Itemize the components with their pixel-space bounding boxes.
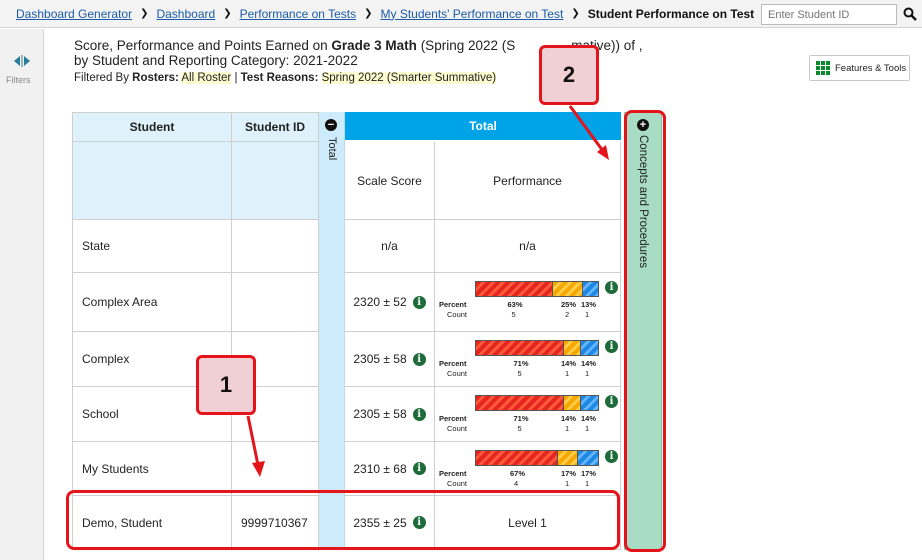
arrow-two-line	[568, 105, 605, 152]
arrow-one-line	[246, 415, 260, 466]
arrow-one-head	[252, 461, 265, 477]
callout-arrows	[246, 105, 609, 477]
